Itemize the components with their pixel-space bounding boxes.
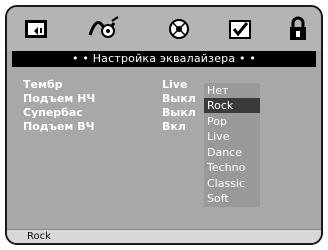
checkbox-icon[interactable] bbox=[227, 15, 253, 43]
option-soft[interactable]: Soft bbox=[204, 191, 260, 206]
setting-label-bass-boost[interactable]: Подъем НЧ bbox=[23, 93, 95, 105]
osd-screen: • • Настройка эквалайзера • • Тембр Подъ… bbox=[5, 5, 323, 245]
option-dance[interactable]: Dance bbox=[204, 145, 260, 160]
audio-wave-icon[interactable] bbox=[87, 15, 121, 43]
setting-value-bass-boost[interactable]: Выкл bbox=[162, 93, 196, 105]
option-none[interactable]: Нет bbox=[204, 83, 260, 98]
setting-value-treble-boost[interactable]: Вкл bbox=[162, 121, 186, 133]
option-rock[interactable]: Rock bbox=[204, 98, 260, 113]
setting-label-treble-boost[interactable]: Подъем ВЧ bbox=[23, 121, 94, 133]
setting-label-timbre[interactable]: Тембр bbox=[23, 79, 63, 91]
setting-value-superbass[interactable]: Выкл bbox=[162, 107, 196, 119]
option-techno[interactable]: Techno bbox=[204, 160, 260, 175]
option-pop[interactable]: Pop bbox=[204, 114, 260, 129]
page-title: • • Настройка эквалайзера • • bbox=[12, 51, 316, 67]
setting-label-superbass[interactable]: Супербас bbox=[23, 107, 83, 119]
option-live[interactable]: Live bbox=[204, 129, 260, 144]
setting-value-timbre[interactable]: Live bbox=[162, 79, 187, 91]
status-bar: Rock bbox=[7, 229, 321, 243]
monitor-speaker-icon[interactable] bbox=[21, 15, 51, 43]
timbre-options-list: Нет Rock Pop Live Dance Techno Classic S… bbox=[204, 83, 260, 207]
lock-icon[interactable] bbox=[285, 15, 311, 43]
toolbar bbox=[7, 7, 321, 51]
disc-icon[interactable] bbox=[167, 15, 191, 43]
option-classic[interactable]: Classic bbox=[204, 176, 260, 191]
